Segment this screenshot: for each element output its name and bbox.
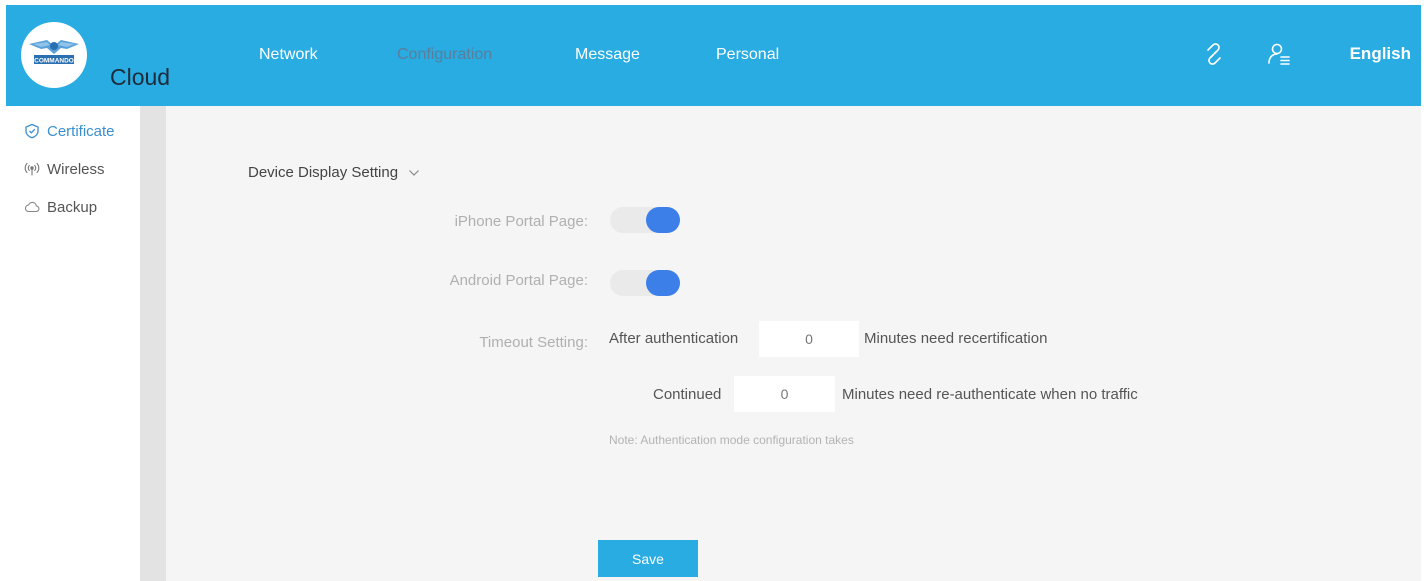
sidebar-item-backup[interactable]: Backup bbox=[24, 196, 97, 218]
android-portal-label: Android Portal Page: bbox=[449, 272, 588, 289]
sidebar-item-wireless[interactable]: Wireless bbox=[24, 158, 105, 180]
language-selector[interactable]: English bbox=[1350, 43, 1411, 65]
cloud-icon bbox=[24, 199, 40, 215]
brand-name: Cloud bbox=[110, 64, 171, 90]
timeout-setting-label: Timeout Setting: bbox=[479, 334, 588, 351]
top-header: COMMANDO Cloud Network Configuration Mes… bbox=[6, 5, 1421, 106]
app-frame: COMMANDO Cloud Network Configuration Mes… bbox=[6, 5, 1421, 581]
sidebar-item-label: Backup bbox=[47, 198, 98, 216]
after-auth-text: After authentication bbox=[609, 330, 739, 347]
android-portal-toggle[interactable] bbox=[610, 270, 680, 296]
after-auth-minutes-input[interactable] bbox=[759, 321, 859, 357]
continued-text: Continued bbox=[653, 386, 722, 403]
shield-icon bbox=[24, 123, 40, 139]
sidebar-item-certificate[interactable]: Certificate bbox=[24, 120, 115, 142]
chevron-down-icon bbox=[408, 164, 420, 181]
auth-note: Note: Authentication mode configuration … bbox=[609, 433, 854, 447]
link-icon[interactable] bbox=[1201, 41, 1227, 67]
wireless-icon bbox=[24, 161, 40, 177]
logo-text: COMMANDO bbox=[34, 58, 74, 65]
save-button[interactable]: Save bbox=[598, 540, 698, 577]
nav-configuration[interactable]: Configuration bbox=[397, 45, 492, 65]
section-title: Device Display Setting bbox=[248, 164, 399, 181]
toggle-knob bbox=[646, 207, 680, 233]
continued-minutes-input[interactable] bbox=[734, 376, 835, 412]
toggle-knob bbox=[646, 270, 680, 296]
iphone-portal-toggle[interactable] bbox=[610, 207, 680, 233]
nav-personal[interactable]: Personal bbox=[716, 45, 779, 65]
after-auth-suffix: Minutes need recertification bbox=[864, 330, 1048, 347]
commando-logo[interactable]: COMMANDO bbox=[21, 22, 87, 88]
nav-network[interactable]: Network bbox=[259, 45, 318, 65]
sidebar-scrollbar[interactable] bbox=[140, 106, 166, 581]
user-list-icon[interactable] bbox=[1266, 41, 1292, 67]
sidebar-item-label: Certificate bbox=[47, 122, 115, 140]
sidebar-item-label: Wireless bbox=[47, 160, 105, 178]
sidebar: Certificate Wireless Backup bbox=[6, 106, 140, 581]
nav-message[interactable]: Message bbox=[575, 45, 640, 65]
continued-suffix: Minutes need re-authenticate when no tra… bbox=[842, 386, 1138, 403]
iphone-portal-label: iPhone Portal Page: bbox=[454, 213, 588, 230]
section-header-device-display[interactable]: Device Display Setting bbox=[248, 164, 420, 181]
